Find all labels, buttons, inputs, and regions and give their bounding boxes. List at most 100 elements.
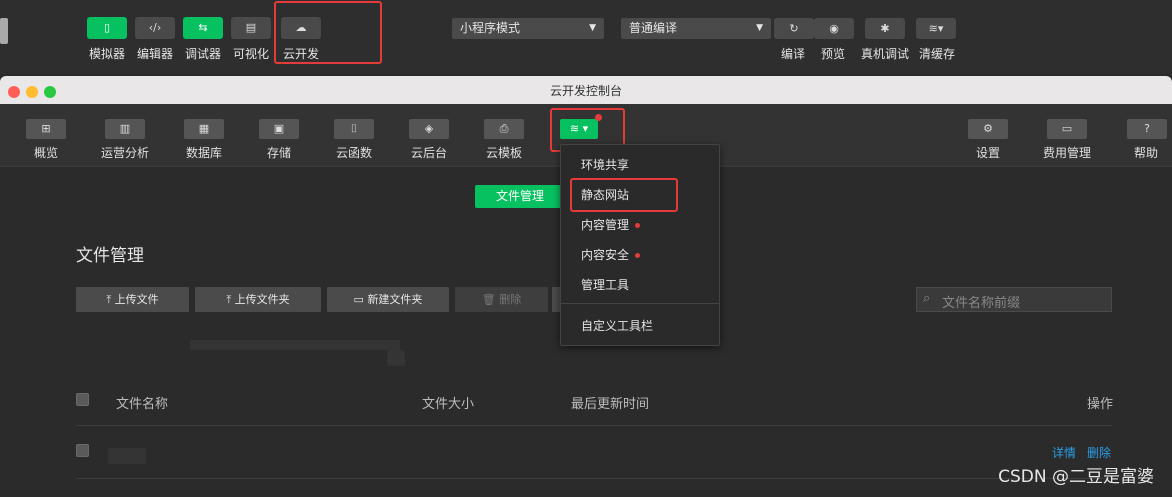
upload-icon: ⤒ [106,293,115,306]
menu-item-label: 环境共享 [581,158,630,172]
tab-file-management[interactable]: 文件管理 [475,185,565,208]
gear-icon: ⚙ [983,122,993,135]
badge-dot [635,223,641,228]
debugger-button[interactable]: ⇆ [183,17,223,39]
ide-toolbar: ▯ 模拟器 ‹/› 编辑器 ⇆ 调试器 ▤ 可视化 ☁ 云开发 小程序模式 ▼ … [0,0,1172,74]
nav-label: 云模板 [486,146,523,160]
editor-button[interactable]: ‹/› [135,17,175,39]
nav-label: 存储 [267,146,292,160]
eye-icon: ◉ [829,22,839,35]
delete-button[interactable]: 🗑 删除 [455,287,548,312]
layers-icon: ≋▾ [928,22,944,35]
database-icon: ▦ [198,122,210,135]
mode-select-value: 小程序模式 [460,21,521,35]
new-folder-label: 新建文件夹 [367,293,423,306]
nav-help[interactable]: ? [1127,119,1167,139]
trash-icon: 🗑 [481,293,500,306]
nav-label: 运营分析 [101,146,150,160]
wallet-icon: ▭ [1061,122,1073,135]
compile-select-value: 普通编译 [629,21,678,35]
code-icon: ‹/› [148,21,162,34]
compile-button[interactable]: ↻ [774,18,814,39]
delete-label: 删除 [499,293,522,306]
delete-link[interactable]: 删除 [1087,444,1111,461]
col-file-name: 文件名称 [116,397,169,412]
search-icon: ⌕ [923,291,931,306]
simulator-label: 模拟器 [89,47,126,61]
nav-label: 帮助 [1134,146,1159,160]
cube-icon: ◈ [424,122,434,135]
nav-settings[interactable]: ⚙ [968,119,1008,139]
window-title: 云开发控制台 [549,84,622,98]
extensions-menu: 环境共享 静态网站 内容管理 内容安全 管理工具 自定义工具栏 [560,144,720,346]
simulator-button[interactable]: ▯ [87,17,127,39]
col-actions: 操作 [1087,397,1114,412]
bar-chart-icon: ▥ [119,122,131,135]
debug-icon: ⇆ [198,21,208,34]
help-icon: ? [1144,122,1150,135]
menu-item-env-share[interactable]: 环境共享 [581,156,629,173]
nav-functions[interactable]: ⌷ [334,119,374,139]
upload-icon: ⤒ [226,293,235,306]
menu-item-label: 管理工具 [581,278,630,292]
menu-item-customize-toolbar[interactable]: 自定义工具栏 [581,317,653,334]
refresh-icon: ↻ [789,22,799,35]
phone-icon: ▯ [103,21,111,34]
search-input[interactable]: ⌕ 文件名称前缀 [916,287,1112,312]
mode-select[interactable]: 小程序模式 ▼ [452,18,604,39]
menu-item-label: 自定义工具栏 [581,319,654,333]
menu-item-content-mgmt[interactable]: 内容管理 [581,216,641,233]
visual-button[interactable]: ▤ [231,17,271,39]
nav-templates[interactable]: ⎙ [484,119,524,139]
env-path [190,340,400,350]
chevron-down-icon: ▼ [589,23,596,33]
search-placeholder: 文件名称前缀 [942,296,1021,311]
bug-icon: ✱ [880,22,890,35]
col-updated-time: 最后更新时间 [571,397,650,412]
remote-debug-label: 真机调试 [861,47,910,61]
preview-label: 预览 [821,47,846,61]
compile-select[interactable]: 普通编译 ▼ [621,18,771,39]
menu-item-content-security[interactable]: 内容安全 [581,246,641,263]
highlight-box [570,178,678,212]
new-folder-button[interactable]: ▭ 新建文件夹 [327,287,449,312]
function-icon: ⌷ [350,122,358,135]
layout-icon: ▤ [245,21,257,34]
menu-item-label: 内容安全 [581,248,630,262]
nav-backend[interactable]: ◈ [409,119,449,139]
window-titlebar: 云开发控制台 [0,76,1172,104]
upload-file-button[interactable]: ⤒ 上传文件 [76,287,189,312]
preview-button[interactable]: ◉ [814,18,854,39]
page-title: 文件管理 [76,246,144,266]
select-all-checkbox[interactable] [76,393,89,406]
nav-billing[interactable]: ▭ [1047,119,1087,139]
editor-label: 编辑器 [137,47,174,61]
menu-item-mgmt-tools[interactable]: 管理工具 [581,276,629,293]
divider [76,425,1112,426]
upload-folder-button[interactable]: ⤒ 上传文件夹 [195,287,321,312]
divider [76,478,1112,479]
compile-label: 编译 [781,47,806,61]
nav-label: 费用管理 [1043,146,1092,160]
row-checkbox[interactable] [76,444,89,457]
template-icon: ⎙ [499,122,509,135]
clear-cache-button[interactable]: ≋▾ [916,18,956,39]
menu-item-label: 内容管理 [581,218,630,232]
chevron-down-icon: ▼ [756,23,763,33]
nav-storage[interactable]: ▣ [259,119,299,139]
nav-label: 设置 [976,146,1001,160]
upload-folder-label: 上传文件夹 [234,293,290,306]
storage-icon: ▣ [273,122,285,135]
side-handle [0,18,8,44]
watermark: CSDN @二豆是富婆 [998,467,1154,487]
details-link[interactable]: 详情 [1052,444,1076,461]
badge-dot [635,253,641,258]
grid-icon: ⊞ [41,122,51,135]
nav-analytics[interactable]: ▥ [105,119,145,139]
nav-label: 概览 [34,146,59,160]
remote-debug-button[interactable]: ✱ [865,18,905,39]
nav-overview[interactable]: ⊞ [26,119,66,139]
col-file-size: 文件大小 [422,397,475,412]
nav-label: 云后台 [411,146,448,160]
nav-database[interactable]: ▦ [184,119,224,139]
